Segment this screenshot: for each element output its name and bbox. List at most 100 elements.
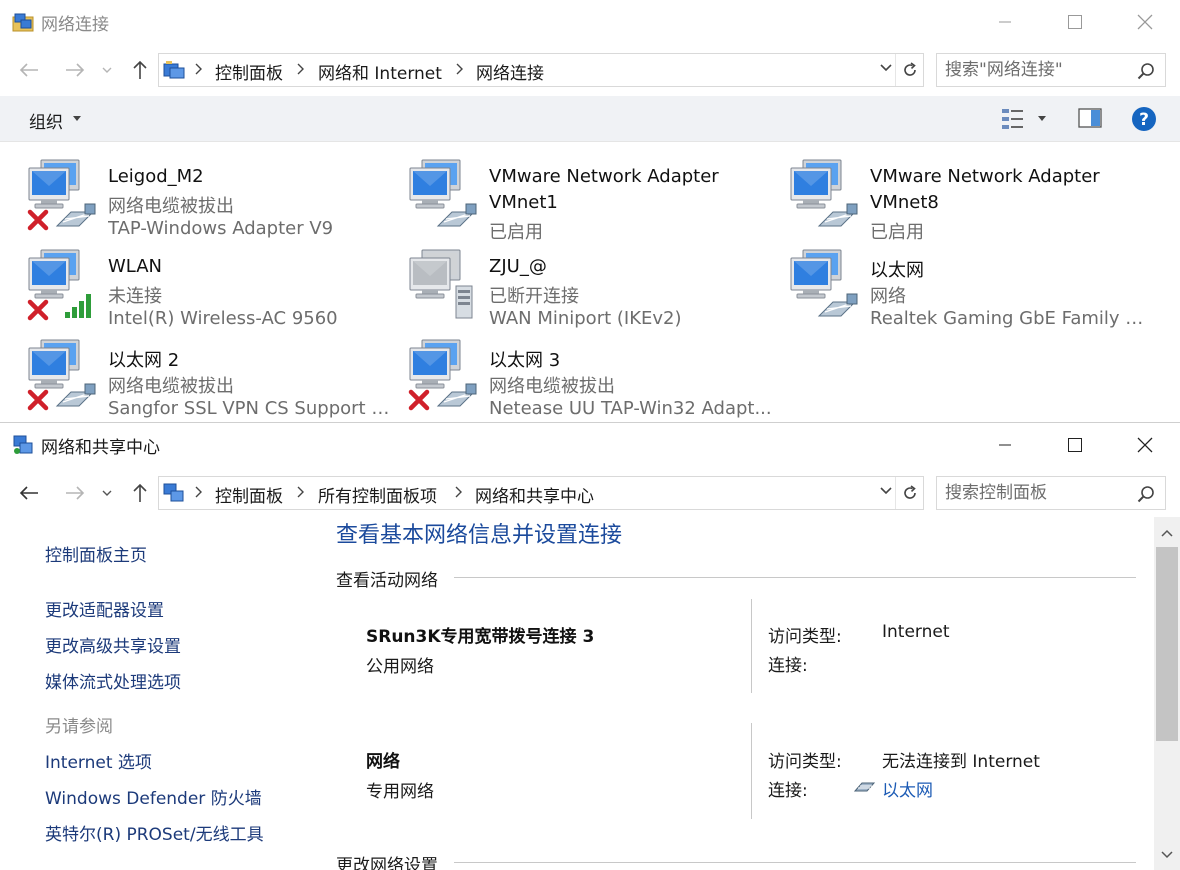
address-bar[interactable]: 控制面板 所有控制面板项 网络和共享中心 (158, 476, 924, 510)
breadcrumb-network-internet[interactable]: 网络和 Internet (318, 59, 442, 84)
help-icon[interactable]: ? (1131, 106, 1157, 132)
connection-device: 已启用 (489, 222, 543, 243)
search-icon (1137, 63, 1154, 80)
network-type[interactable]: 专用网络 (366, 777, 434, 802)
change-advanced-sharing-link[interactable]: 更改高级共享设置 (45, 632, 181, 657)
svg-text:?: ? (1139, 110, 1149, 130)
maximize-button[interactable] (1040, 423, 1110, 467)
title-bar: 网络和共享中心 (0, 423, 1180, 467)
caret-down-icon[interactable] (1038, 116, 1046, 121)
connection-status: 网络电缆被拔出 (108, 376, 234, 397)
connection-item[interactable]: ZJU_@ 已断开连接 WAN Miniport (IKEv2) (408, 246, 778, 332)
connection-item[interactable]: Leigod_M2 网络电缆被拔出 TAP-Windows Adapter V9 (27, 156, 397, 242)
connection-status: 未连接 (108, 286, 162, 307)
network-adapter-icon (27, 339, 96, 411)
arrow-left-icon (19, 486, 38, 500)
search-input[interactable] (945, 59, 1125, 81)
back-button[interactable] (16, 480, 42, 506)
connection-item[interactable]: WLAN 未连接 Intel(R) Wireless-AC 9560 (27, 246, 397, 332)
chevron-right-icon (297, 486, 304, 498)
maximize-button[interactable] (1040, 0, 1110, 44)
network-adapter-icon (409, 159, 477, 227)
media-streaming-options-link[interactable]: 媒体流式处理选项 (45, 668, 181, 693)
command-bar: 组织 ? (0, 96, 1180, 142)
vertical-scrollbar[interactable] (1154, 517, 1180, 870)
forward-button[interactable] (62, 480, 88, 506)
search-icon (1137, 486, 1154, 503)
connection-label: 连接: (768, 656, 808, 676)
page-title: 查看基本网络信息并设置连接 (336, 523, 623, 548)
network-adapter-icon (408, 339, 477, 411)
breadcrumb-all-control-panel-items[interactable]: 所有控制面板项 (318, 482, 437, 507)
refresh-button[interactable] (895, 477, 923, 509)
breadcrumb-control-panel[interactable]: 控制面板 (215, 482, 283, 507)
network-name: 网络 (366, 752, 400, 772)
ethernet-connection-link[interactable]: 以太网 (882, 776, 933, 801)
connection-item[interactable]: 以太网 网络 Realtek Gaming GbE Family Co... (789, 246, 1159, 332)
maximize-icon (1068, 15, 1082, 29)
network-adapter-icon (790, 249, 858, 317)
arrow-right-icon (66, 486, 85, 500)
divider (454, 577, 1136, 578)
refresh-button[interactable] (895, 54, 923, 86)
address-bar[interactable]: 控制面板 网络和 Internet 网络连接 (158, 53, 924, 87)
network-sharing-icon (163, 483, 184, 502)
connection-item[interactable]: 以太网 2 网络电缆被拔出 Sangfor SSL VPN CS Support S… (27, 336, 397, 422)
minimize-icon (999, 21, 1011, 23)
connection-item[interactable]: VMware Network Adapter VMnet1 已启用 (408, 156, 778, 243)
intel-proset-wireless-link[interactable]: 英特尔(R) PROSet/无线工具 (45, 820, 264, 845)
search-box[interactable] (936, 53, 1166, 87)
disconnected-x-icon (27, 299, 49, 321)
connection-device: 已启用 (870, 222, 924, 243)
chevron-down-icon[interactable] (879, 484, 893, 498)
arrow-up-icon (133, 483, 147, 502)
connection-name: VMware Network Adapter (870, 166, 1100, 187)
disconnected-x-icon (27, 389, 49, 411)
search-box[interactable] (936, 476, 1166, 510)
network-connections-window: 网络连接 控制面板 网络和 Internet 网络连接 搜索"网络连接" 组织 … (0, 0, 1180, 422)
control-panel-home-link[interactable]: 控制面板主页 (45, 541, 147, 566)
connection-name-line2: VMnet1 (489, 192, 558, 213)
back-button[interactable] (16, 57, 42, 83)
up-button[interactable] (127, 57, 153, 83)
breadcrumb-network-connections[interactable]: 网络连接 (476, 59, 544, 84)
close-button[interactable] (1110, 423, 1180, 467)
minimize-button[interactable] (970, 0, 1040, 44)
connection-device: TAP-Windows Adapter V9 (108, 218, 334, 239)
connection-name: VMware Network Adapter (489, 166, 719, 187)
connection-device: Realtek Gaming GbE Family Co... (870, 308, 1155, 329)
scrollbar-thumb[interactable] (1156, 547, 1178, 741)
connection-name-line2: VMnet8 (870, 192, 939, 213)
up-button[interactable] (127, 480, 153, 506)
chevron-down-icon (102, 490, 112, 496)
search-input[interactable] (945, 482, 1125, 504)
preview-pane-icon[interactable] (1078, 108, 1102, 128)
breadcrumb-control-panel[interactable]: 控制面板 (215, 59, 283, 84)
organize-menu[interactable]: 组织 (29, 108, 63, 133)
windows-defender-firewall-link[interactable]: Windows Defender 防火墙 (45, 784, 262, 809)
chevron-down-icon[interactable] (879, 61, 893, 75)
refresh-icon (903, 62, 916, 76)
connection-status: 网络电缆被拔出 (489, 376, 615, 397)
network-adapter-icon (27, 159, 96, 231)
network-type[interactable]: 公用网络 (366, 652, 434, 677)
connection-item[interactable]: 以太网 3 网络电缆被拔出 Netease UU TAP-Win32 Adapt..… (408, 336, 778, 422)
forward-button[interactable] (62, 57, 88, 83)
change-adapter-settings-link[interactable]: 更改适配器设置 (45, 596, 164, 621)
arrow-up-icon (133, 60, 147, 79)
window-title: 网络连接 (41, 15, 109, 35)
connection-name: 以太网 3 (489, 350, 561, 371)
recent-locations-button[interactable] (96, 57, 118, 83)
internet-options-link[interactable]: Internet 选项 (45, 748, 152, 773)
connection-name: 以太网 (870, 260, 924, 281)
connection-item[interactable]: VMware Network Adapter VMnet8 已启用 (789, 156, 1159, 243)
breadcrumb-network-sharing-center[interactable]: 网络和共享中心 (475, 482, 594, 507)
minimize-button[interactable] (970, 423, 1040, 467)
connection-name: Leigod_M2 (108, 166, 204, 187)
change-view-icon[interactable] (1001, 107, 1025, 131)
recent-locations-button[interactable] (96, 480, 118, 506)
scroll-down-icon[interactable] (1161, 851, 1173, 859)
close-button[interactable] (1110, 0, 1180, 44)
arrow-right-icon (66, 63, 85, 77)
scroll-up-icon[interactable] (1161, 529, 1173, 537)
